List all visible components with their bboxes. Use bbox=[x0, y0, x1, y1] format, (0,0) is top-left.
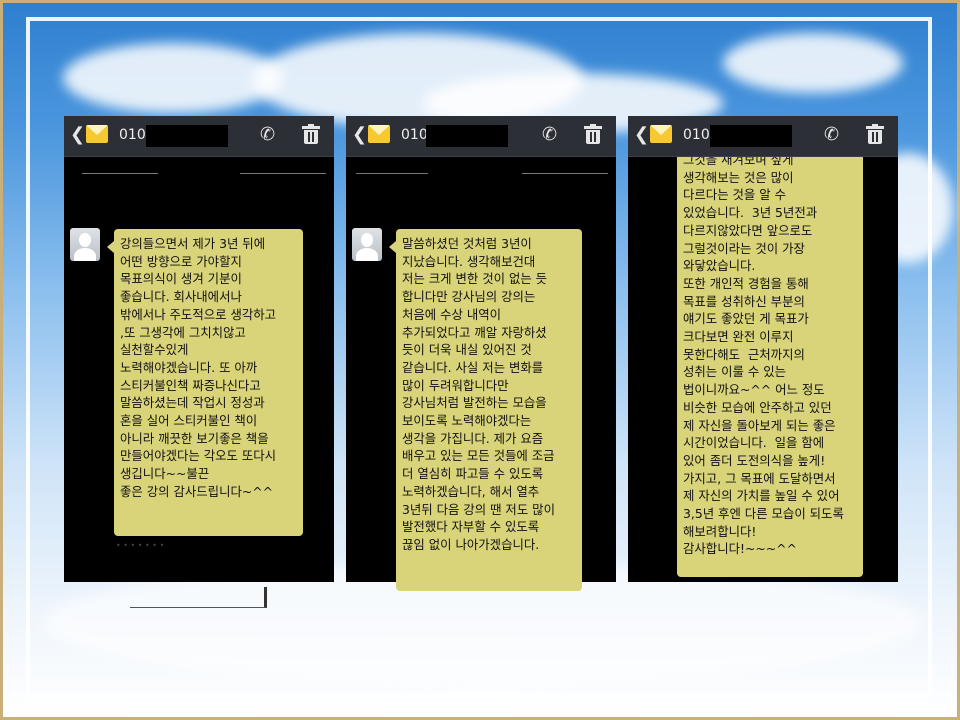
envelope-icon bbox=[650, 125, 672, 143]
message-header-bar: ❮ 010- ✆ bbox=[628, 116, 898, 157]
divider-line bbox=[356, 173, 428, 174]
message-bubble: 그것을 새겨보며 싶게 생각해보는 것은 많이 다르다는 것을 알 수 있었습니… bbox=[677, 157, 863, 577]
redaction-box bbox=[426, 125, 508, 147]
divider-line bbox=[522, 173, 608, 174]
trash-icon[interactable] bbox=[866, 124, 884, 146]
message-bubble: 말씀하셨던 것처럼 3년이 지났습니다. 생각해보건대 저는 크게 변한 것이 … bbox=[389, 229, 582, 591]
call-icon[interactable]: ✆ bbox=[260, 124, 275, 145]
timestamp: • • • • • • • bbox=[116, 541, 165, 550]
envelope-icon bbox=[368, 125, 390, 143]
avatar bbox=[352, 228, 382, 261]
message-bubble: 강의들으면서 제가 3년 뒤에 어떤 방향으로 가야할지 목표의식이 생겨 기분… bbox=[107, 229, 303, 536]
back-icon[interactable]: ❮ bbox=[352, 125, 367, 145]
phone-screenshot-2: ❮ 010 ✆ 말씀하셨던 것처럼 3년이 지났습니다. 생각해보건대 저는 크… bbox=[346, 116, 616, 591]
back-icon[interactable]: ❮ bbox=[70, 125, 85, 145]
call-icon[interactable]: ✆ bbox=[542, 124, 557, 145]
back-icon[interactable]: ❮ bbox=[634, 125, 649, 145]
call-icon[interactable]: ✆ bbox=[824, 124, 839, 145]
envelope-icon bbox=[86, 125, 108, 143]
phone-screenshot-1: ❮ 010- ✆ 강의들으면서 제가 3년 뒤에 어떤 방향으로 가야할지 목표… bbox=[64, 116, 334, 608]
redaction-box bbox=[710, 125, 792, 147]
avatar bbox=[70, 228, 100, 261]
trash-icon[interactable] bbox=[584, 124, 602, 146]
divider-line bbox=[240, 173, 326, 174]
redaction-box bbox=[146, 125, 228, 147]
phone-screenshot-3: ❮ 010- ✆ 그것을 새겨보며 싶게 생각해보는 것은 많이 다르다는 것을… bbox=[628, 116, 898, 582]
reply-input[interactable] bbox=[130, 587, 267, 608]
message-header-bar: ❮ 010 ✆ bbox=[346, 116, 616, 157]
message-thread: 그것을 새겨보며 싶게 생각해보는 것은 많이 다르다는 것을 알 수 있었습니… bbox=[628, 157, 898, 583]
trash-icon[interactable] bbox=[302, 124, 320, 146]
phone-number: 010 bbox=[401, 127, 428, 143]
message-header-bar: ❮ 010- ✆ bbox=[64, 116, 334, 157]
divider-line bbox=[82, 173, 158, 174]
